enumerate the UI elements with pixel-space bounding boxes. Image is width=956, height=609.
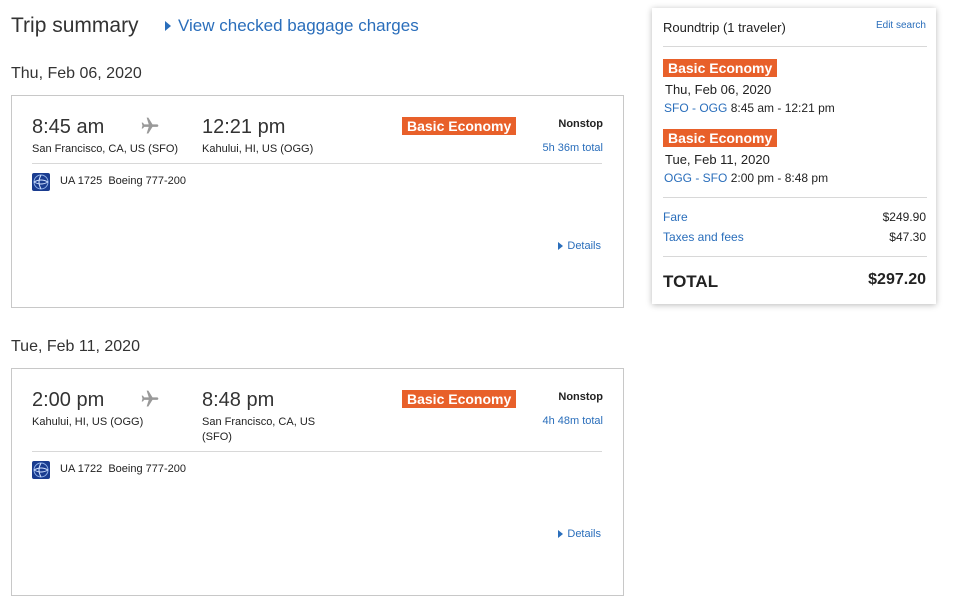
- taxes-value: $47.30: [889, 230, 926, 244]
- details-label: Details: [567, 528, 601, 540]
- baggage-charges-label: View checked baggage charges: [178, 16, 419, 35]
- flight-card: 8:45 am San Francisco, CA, US (SFO) 12:2…: [11, 95, 624, 308]
- details-link[interactable]: Details: [558, 240, 601, 252]
- total-value: $297.20: [868, 271, 926, 288]
- segment-date: Tue, Feb 11, 2020: [665, 152, 770, 167]
- fare-class-badge: Basic Economy: [402, 390, 517, 408]
- segment-times: 8:45 am - 12:21 pm: [730, 101, 835, 115]
- stops-label: Nonstop: [558, 391, 603, 403]
- page-title: Trip summary: [11, 14, 139, 37]
- divider: [663, 46, 927, 47]
- caret-right-icon: [558, 530, 564, 538]
- total-label: TOTAL: [663, 272, 719, 291]
- flight-number: UA 1722: [60, 463, 103, 475]
- arrive-airport: Kahului, HI, US (OGG): [202, 143, 314, 155]
- fare-class-badge: Basic Economy: [663, 59, 778, 77]
- depart-airport: San Francisco, CA, US (SFO): [32, 143, 179, 155]
- flight-number: UA 1725: [60, 175, 103, 187]
- caret-right-icon: [165, 21, 171, 31]
- united-globe-logo-icon: [32, 461, 50, 479]
- trip-summary-panel: Roundtrip (1 traveler) Edit search Basic…: [652, 8, 936, 304]
- edit-search-link[interactable]: Edit search: [876, 20, 926, 31]
- baggage-charges-link[interactable]: View checked baggage charges: [165, 16, 419, 36]
- fare-label[interactable]: Fare: [663, 210, 688, 224]
- arrive-airport: San Francisco, CA, US (SFO): [202, 416, 316, 443]
- arrive-time: 12:21 pm: [202, 116, 286, 138]
- fare-class-badge: Basic Economy: [663, 129, 778, 147]
- trip-type: Roundtrip (1 traveler): [663, 20, 786, 35]
- depart-time: 8:45 am: [32, 116, 105, 138]
- duration-label: 4h 48m total: [542, 415, 603, 427]
- caret-right-icon: [558, 242, 564, 250]
- depart-airport: Kahului, HI, US (OGG): [32, 416, 144, 428]
- taxes-label[interactable]: Taxes and fees: [663, 230, 744, 244]
- segment-route-link[interactable]: SFO - OGG: [664, 101, 727, 115]
- divider: [663, 256, 927, 257]
- duration-label: 5h 36m total: [542, 142, 603, 154]
- flight-date-heading: Tue, Feb 11, 2020: [11, 338, 140, 355]
- details-link[interactable]: Details: [558, 528, 601, 540]
- segment-route-link[interactable]: OGG - SFO: [664, 171, 727, 185]
- depart-time: 2:00 pm: [32, 389, 105, 411]
- plane-icon: [141, 117, 159, 134]
- fare-class-badge: Basic Economy: [402, 117, 517, 135]
- united-globe-logo-icon: [32, 173, 50, 191]
- divider: [32, 451, 602, 452]
- segment-date: Thu, Feb 06, 2020: [665, 82, 772, 97]
- aircraft-type: Boeing 777-200: [108, 175, 187, 187]
- fare-value: $249.90: [882, 210, 926, 224]
- details-label: Details: [567, 240, 601, 252]
- flight-card: 2:00 pm Kahului, HI, US (OGG) 8:48 pm Sa…: [11, 368, 624, 596]
- plane-icon: [141, 390, 159, 407]
- stops-label: Nonstop: [558, 118, 603, 130]
- segment-times: 2:00 pm - 8:48 pm: [730, 171, 829, 185]
- arrive-time: 8:48 pm: [202, 389, 275, 411]
- divider: [663, 197, 927, 198]
- flight-date-heading: Thu, Feb 06, 2020: [11, 65, 142, 82]
- divider: [32, 163, 602, 164]
- aircraft-type: Boeing 777-200: [108, 463, 187, 475]
